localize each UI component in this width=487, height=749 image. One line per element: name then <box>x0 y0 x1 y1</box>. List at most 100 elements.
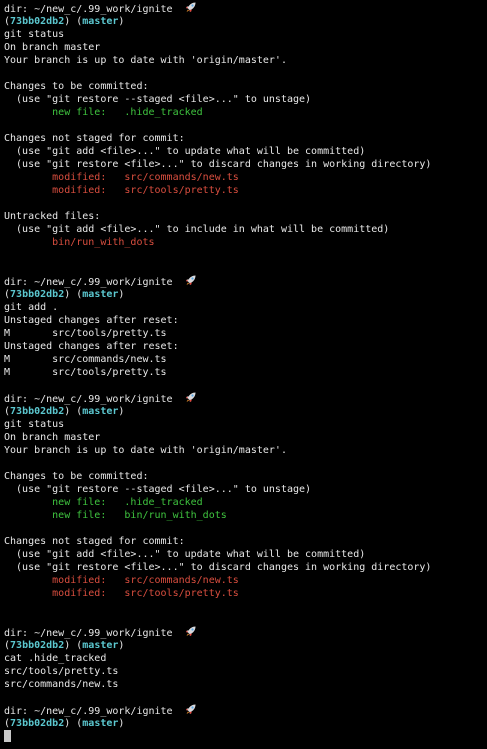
unstaged-file-line: modified: src/tools/pretty.ts <box>4 587 487 600</box>
branch-name: master <box>82 406 119 417</box>
output-line: (use "git add <file>..." to update what … <box>4 548 487 561</box>
output-text: Changes to be committed: <box>4 81 149 92</box>
output-line: M src/tools/pretty.ts <box>4 327 487 340</box>
prompt-dir-line: dir: ~/new_c/.99_work/ignite <box>4 704 487 717</box>
output-text: git status <box>4 29 65 40</box>
prompt-branch-line: (73bb02db2) (master) <box>4 639 487 652</box>
prompt-branch-line: (73bb02db2) (master) <box>4 15 487 28</box>
staged-file-line: new file: .hide_tracked <box>4 106 487 119</box>
commit-hash: 73bb02db2 <box>10 289 65 300</box>
paren: ) <box>118 718 125 729</box>
rocket-icon <box>185 392 197 403</box>
branch-name: master <box>82 16 119 27</box>
output-text: src/commands/new.ts <box>4 679 119 690</box>
output-text: cat .hide_tracked <box>4 653 107 664</box>
staged-file-text: new file: bin/run_with_dots <box>4 510 227 521</box>
paren: ) <box>118 406 125 417</box>
output-text: Changes to be committed: <box>4 471 149 482</box>
paren: ) ( <box>64 406 83 417</box>
output-line: On branch master <box>4 431 487 444</box>
branch-name: master <box>82 289 119 300</box>
prompt-dir-text: dir: ~/new_c/.99_work/ignite <box>4 4 185 15</box>
text-cursor[interactable] <box>4 730 11 742</box>
rocket-icon <box>185 275 197 286</box>
prompt-dir-text: dir: ~/new_c/.99_work/ignite <box>4 394 185 405</box>
output-line: Untracked files: <box>4 210 487 223</box>
output-line: (use "git restore <file>..." to discard … <box>4 561 487 574</box>
paren: ) ( <box>64 16 83 27</box>
rocket-icon <box>185 626 197 637</box>
output-line: M src/tools/pretty.ts <box>4 366 487 379</box>
prompt-dir-line: dir: ~/new_c/.99_work/ignite <box>4 275 487 288</box>
output-line: (use "git restore --staged <file>..." to… <box>4 483 487 496</box>
output-line: Your branch is up to date with 'origin/m… <box>4 54 487 67</box>
output-text: M src/commands/new.ts <box>4 354 167 365</box>
commit-hash: 73bb02db2 <box>10 406 65 417</box>
unstaged-file-line: modified: src/tools/pretty.ts <box>4 184 487 197</box>
output-line: (use "git add <file>..." to include in w… <box>4 223 487 236</box>
unstaged-file-text: modified: src/commands/new.ts <box>4 172 239 183</box>
output-text: On branch master <box>4 432 101 443</box>
output-text: Untracked files: <box>4 211 101 222</box>
branch-name: master <box>82 640 119 651</box>
output-text: On branch master <box>4 42 101 53</box>
prompt-branch-line: (73bb02db2) (master) <box>4 405 487 418</box>
rocket-icon <box>185 2 197 13</box>
paren: ) <box>118 640 125 651</box>
terminal-output[interactable]: dir: ~/new_c/.99_work/ignite (73bb02db2)… <box>4 2 487 749</box>
output-line: Unstaged changes after reset: <box>4 314 487 327</box>
output-line: M src/commands/new.ts <box>4 353 487 366</box>
paren: ) <box>118 289 125 300</box>
paren: ) ( <box>64 640 83 651</box>
commit-hash: 73bb02db2 <box>10 16 65 27</box>
output-text: git add . <box>4 302 59 313</box>
output-text: git status <box>4 419 65 430</box>
rocket-icon <box>185 704 197 715</box>
output-line: Changes to be committed: <box>4 470 487 483</box>
paren: ) ( <box>64 289 83 300</box>
prompt-branch-line: (73bb02db2) (master) <box>4 717 487 730</box>
commit-hash: 73bb02db2 <box>10 640 65 651</box>
output-line: Unstaged changes after reset: <box>4 340 487 353</box>
unstaged-file-text: modified: src/tools/pretty.ts <box>4 588 239 599</box>
paren: ) <box>118 16 125 27</box>
prompt-dir-line: dir: ~/new_c/.99_work/ignite <box>4 2 487 15</box>
output-line: Your branch is up to date with 'origin/m… <box>4 444 487 457</box>
prompt-dir-text: dir: ~/new_c/.99_work/ignite <box>4 277 185 288</box>
output-text: (use "git restore --staged <file>..." to… <box>4 484 312 495</box>
output-line: (use "git restore --staged <file>..." to… <box>4 93 487 106</box>
output-text: (use "git add <file>..." to update what … <box>4 146 366 157</box>
output-line: git status <box>4 418 487 431</box>
prompt-dir-text: dir: ~/new_c/.99_work/ignite <box>4 628 185 639</box>
output-line: Changes to be committed: <box>4 80 487 93</box>
prompt-dir-line: dir: ~/new_c/.99_work/ignite <box>4 392 487 405</box>
staged-file-text: new file: .hide_tracked <box>4 107 203 118</box>
staged-file-line: new file: .hide_tracked <box>4 496 487 509</box>
staged-file-line: new file: bin/run_with_dots <box>4 509 487 522</box>
unstaged-file-text: modified: src/tools/pretty.ts <box>4 185 239 196</box>
prompt-dir-text: dir: ~/new_c/.99_work/ignite <box>4 706 185 717</box>
output-line: (use "git add <file>..." to update what … <box>4 145 487 158</box>
output-text: Unstaged changes after reset: <box>4 315 179 326</box>
prompt-dir-line: dir: ~/new_c/.99_work/ignite <box>4 626 487 639</box>
output-line: Changes not staged for commit: <box>4 132 487 145</box>
branch-name: master <box>82 718 119 729</box>
output-line: git status <box>4 28 487 41</box>
input-line <box>4 730 487 743</box>
output-text: Changes not staged for commit: <box>4 536 185 547</box>
output-text: Unstaged changes after reset: <box>4 341 179 352</box>
unstaged-file-line: modified: src/commands/new.ts <box>4 171 487 184</box>
output-line: On branch master <box>4 41 487 54</box>
staged-file-text: new file: .hide_tracked <box>4 497 203 508</box>
output-text: src/tools/pretty.ts <box>4 666 119 677</box>
output-text: (use "git restore <file>..." to discard … <box>4 562 432 573</box>
